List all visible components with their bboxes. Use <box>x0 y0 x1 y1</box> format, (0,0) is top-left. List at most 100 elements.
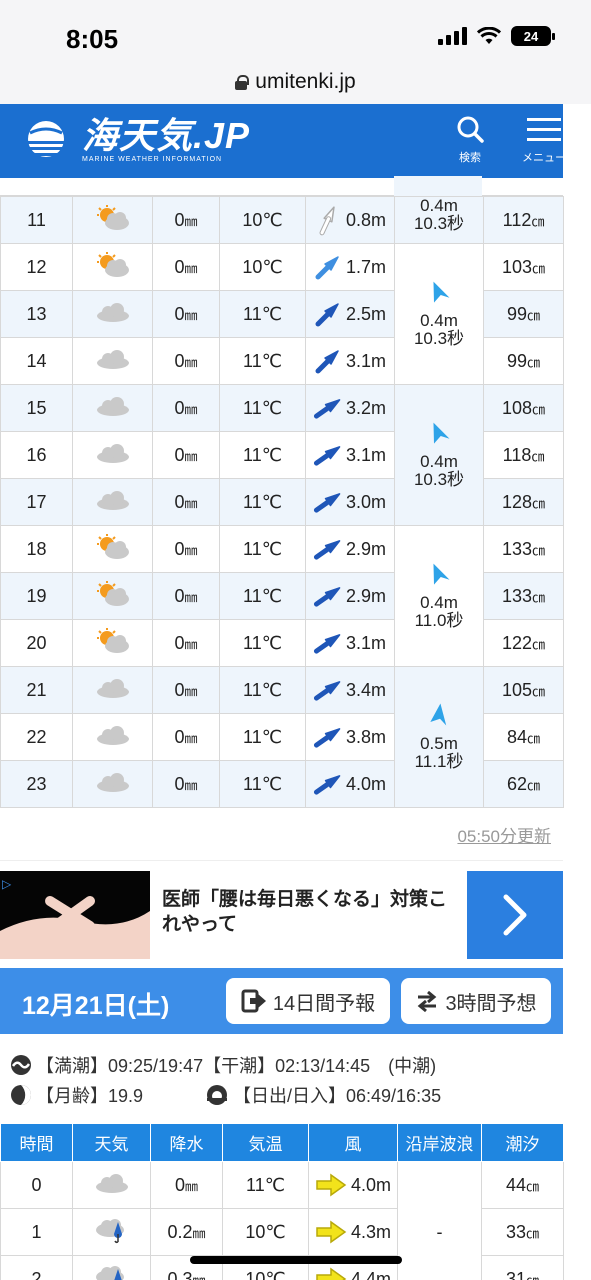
wave-height: 0.4m <box>420 196 458 215</box>
wave-cell: 0.4m 10.3秒 <box>394 196 484 244</box>
wind-direction-icon <box>313 634 341 654</box>
wind-direction-icon <box>315 303 339 327</box>
wind-direction-icon <box>313 540 341 560</box>
wave-direction-icon <box>433 422 450 444</box>
column-header: 降水 <box>150 1123 223 1162</box>
tide-cell: 133㎝ <box>483 572 564 620</box>
wave-direction-icon <box>433 563 450 585</box>
wind-cell: 2.5m <box>305 290 395 338</box>
cloudy-icon <box>95 1173 128 1193</box>
wifi-icon <box>477 27 501 44</box>
column-header: 沿岸波浪 <box>397 1123 482 1162</box>
moon-icon <box>11 1085 31 1105</box>
temp-cell: 11℃ <box>219 619 306 667</box>
updated-time-link[interactable]: 05:50分更新 <box>457 822 551 847</box>
day-date: 12月21日(土) <box>22 992 170 1020</box>
wind-cell: 2.9m <box>305 572 395 620</box>
rain-cell: 0㎜ <box>152 666 220 714</box>
hour-cell: 14 <box>0 337 73 385</box>
rain-cell: 0㎜ <box>152 196 220 244</box>
table-row: 15 0㎜ 11℃ 3.2m 0.4m 10.3秒 108㎝ <box>0 384 564 526</box>
weather-cell <box>72 572 153 620</box>
home-indicator <box>190 1256 402 1264</box>
14day-label: 14日間予報 <box>272 992 376 1015</box>
ad-banner[interactable]: ▷ 医師「腰は毎日悪くなる」対策これやって <box>0 871 563 959</box>
wave-height: 0.4m <box>420 452 458 471</box>
weather-cell <box>72 713 153 761</box>
address-bar[interactable]: umitenki.jp <box>0 60 591 104</box>
search-button[interactable]: 検索 <box>440 114 500 165</box>
weather-cell <box>72 760 153 808</box>
tide-cell: 108㎝ <box>483 384 564 432</box>
rain-icon <box>95 1218 124 1243</box>
url-text: umitenki.jp <box>255 70 356 93</box>
site-logo[interactable]: 海天気.JP MARINE WEATHER INFORMATION <box>22 118 250 163</box>
site-header: 海天気.JP MARINE WEATHER INFORMATION 検索 メニュ… <box>0 104 566 178</box>
wind-direction-icon <box>315 350 339 374</box>
ad-choice-icon[interactable]: ▷ <box>2 877 11 891</box>
ad-arrow-button[interactable] <box>467 871 563 959</box>
moon-age: 【月齢】19.9 <box>36 1086 144 1106</box>
hour-cell: 21 <box>0 666 73 714</box>
wave-cell: 0.4m 10.3秒 <box>394 384 484 526</box>
tide-cell: 112㎝ <box>483 196 564 244</box>
wind-cell: 4.0m <box>308 1161 398 1209</box>
weather-cell <box>72 384 153 432</box>
wind-direction-icon <box>313 493 341 513</box>
cloudy-icon <box>96 725 129 745</box>
weather-cell <box>72 1161 151 1209</box>
rain-cell: 0.2㎜ <box>150 1208 223 1256</box>
wind-direction-icon <box>316 1220 347 1244</box>
hamburger-menu-icon <box>527 118 561 141</box>
wind-direction-icon <box>313 775 341 795</box>
hour-cell: 16 <box>0 431 73 479</box>
search-icon <box>457 116 484 143</box>
temp-cell: 10℃ <box>222 1208 309 1256</box>
partly-sunny-icon <box>96 627 129 653</box>
wind-direction-icon <box>313 728 341 748</box>
weather-cell <box>72 196 153 244</box>
tide-info: 【満潮】09:25/19:47【干潮】02:13/14:45 (中潮) <box>10 1052 436 1078</box>
tide-cell: 44㎝ <box>481 1161 564 1209</box>
hour-cell: 17 <box>0 478 73 526</box>
wind-cell: 4.3m <box>308 1208 398 1256</box>
battery-level: 24 <box>523 28 539 44</box>
menu-button[interactable]: メニュー <box>514 114 574 165</box>
14day-forecast-button[interactable]: 14日間予報 <box>226 978 390 1024</box>
wind-cell: 3.1m <box>305 431 395 479</box>
tide-cell: 133㎝ <box>483 525 564 573</box>
wind-direction-icon <box>313 446 341 466</box>
temp-cell: 11℃ <box>219 525 306 573</box>
wave-cell: 0.4m 10.3秒 <box>394 243 484 385</box>
logo-subtitle: MARINE WEATHER INFORMATION <box>82 156 223 163</box>
cloudy-icon <box>96 349 129 369</box>
partly-sunny-icon <box>96 251 129 277</box>
sunrise-icon <box>207 1085 227 1105</box>
rain-cell: 0㎜ <box>152 431 220 479</box>
wind-cell: 3.1m <box>305 337 395 385</box>
cloudy-icon <box>96 302 129 322</box>
weather-cell <box>72 619 153 667</box>
wind-direction-icon <box>319 206 335 236</box>
wave-cell: 0.4m 11.0秒 <box>394 525 484 667</box>
tide-times: 【満潮】09:25/19:47【干潮】02:13/14:45 (中潮) <box>36 1056 437 1076</box>
hour-cell: 13 <box>0 290 73 338</box>
rain-cell: 0㎜ <box>152 243 220 291</box>
table-row: 12 0㎜ 10℃ 1.7m 0.4m 10.3秒 103㎝ <box>0 243 564 385</box>
wave-direction-icon <box>430 703 447 726</box>
wind-direction-icon <box>316 1267 347 1280</box>
weather-cell <box>72 243 153 291</box>
cloudy-icon <box>96 678 129 698</box>
table-row: 21 0㎜ 11℃ 3.4m 0.5m 11.1秒 105㎝ <box>0 666 564 808</box>
wave-cell: 0.5m 11.1秒 <box>394 666 484 808</box>
rain-cell: 0㎜ <box>152 337 220 385</box>
column-header: 潮汐 <box>481 1123 564 1162</box>
temp-cell: 10℃ <box>219 243 306 291</box>
tide-cell: 33㎝ <box>481 1208 564 1256</box>
menu-label: メニュー <box>522 152 566 164</box>
ad-text: 医師「腰は毎日悪くなる」対策これやって <box>162 889 448 935</box>
3hour-forecast-button[interactable]: 3時間予想 <box>401 978 551 1024</box>
tide-cell: 105㎝ <box>483 666 564 714</box>
tide-cell: 118㎝ <box>483 431 564 479</box>
status-time: 8:05 <box>66 24 119 54</box>
